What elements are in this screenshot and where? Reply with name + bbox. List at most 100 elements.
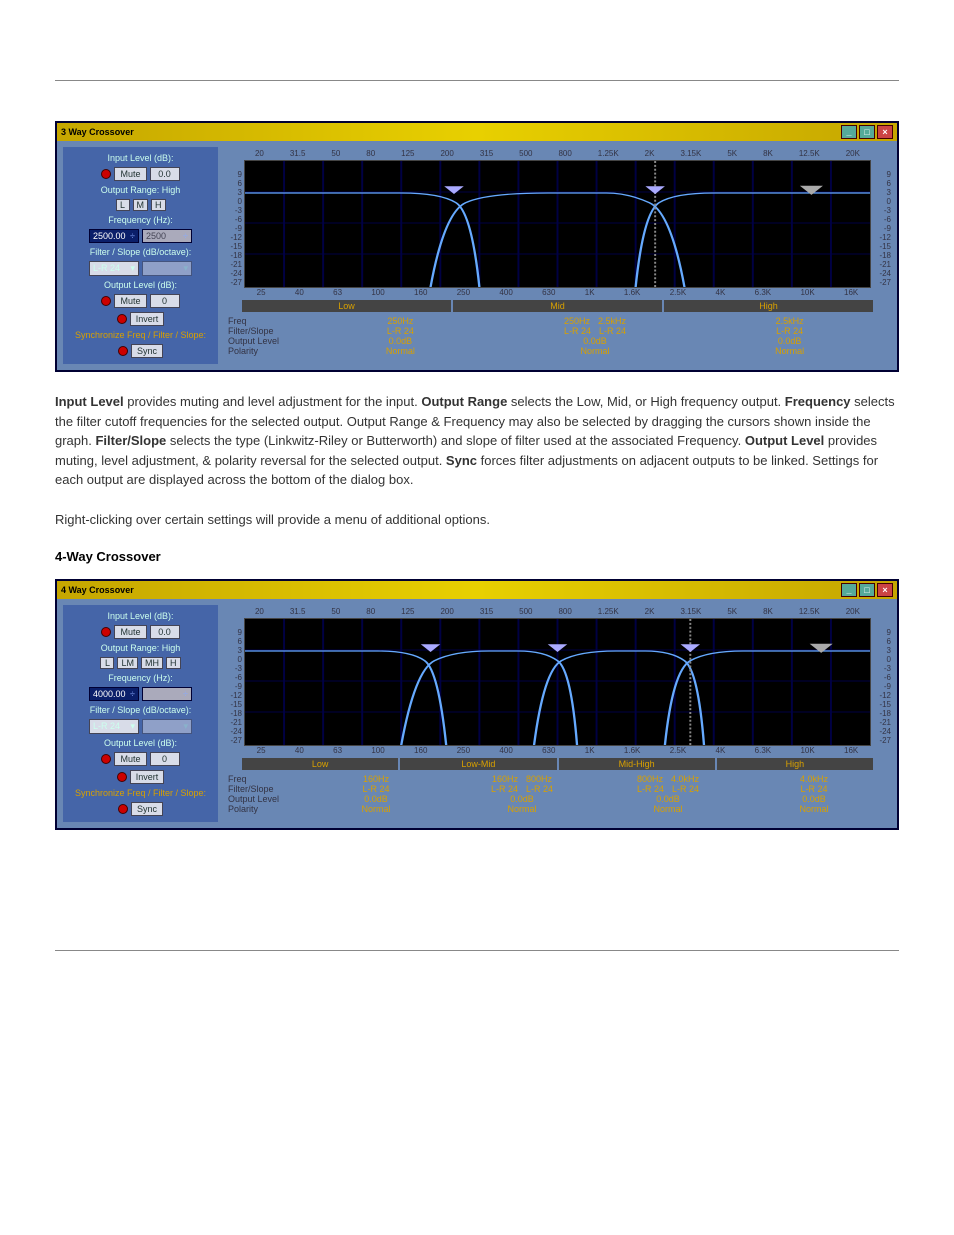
range-button-H[interactable]: H <box>151 199 166 211</box>
input-level-value[interactable]: 0.0 <box>150 167 180 181</box>
invert-button[interactable]: Invert <box>130 770 165 784</box>
band-mid[interactable]: Mid <box>453 300 662 312</box>
summary-filt-label: Filter/Slope <box>228 326 303 336</box>
output-range-label: Output Range: High <box>69 643 212 653</box>
band-lowmid[interactable]: Low-Mid <box>400 758 556 770</box>
xscale-top-4way: 2031.550801252003155008001.25K2K3.15K5K8… <box>224 605 891 618</box>
close-icon[interactable]: × <box>877 583 893 597</box>
yscale-right-3way: 9630-3-6-9-12-15-18-21-24-27 <box>873 160 891 288</box>
range-button-M[interactable]: M <box>133 199 149 211</box>
yscale-left-3way: 9630-3-6-9-12-15-18-21-24-27 <box>224 160 242 288</box>
yscale-right-4way: 9630-3-6-9-12-15-18-21-24-27 <box>873 618 891 746</box>
out-mute-led <box>101 296 111 306</box>
range-button-LM[interactable]: LM <box>117 657 138 669</box>
graph-4way[interactable] <box>244 618 871 746</box>
sync-led <box>118 346 128 356</box>
sync-button[interactable]: Sync <box>131 802 163 816</box>
invert-button[interactable]: Invert <box>130 312 165 326</box>
summary-4way: Freq Filter/Slope Output Level Polarity … <box>228 774 887 814</box>
title-3way: 3 Way Crossover <box>61 127 134 137</box>
minimize-icon[interactable]: _ <box>841 583 857 597</box>
invert-led <box>117 772 127 782</box>
rightclick-para: Right-clicking over certain settings wil… <box>55 510 899 530</box>
output-level-label: Output Level (dB): <box>69 280 212 290</box>
main-4way: 2031.550801252003155008001.25K2K3.15K5K8… <box>224 605 891 822</box>
close-icon[interactable]: × <box>877 125 893 139</box>
sync-led <box>118 804 128 814</box>
sync-button[interactable]: Sync <box>131 344 163 358</box>
sync-label: Synchronize Freq / Filter / Slope: <box>69 330 212 340</box>
xscale-bottom-4way: 2540631001602504006301K1.6K2.5K4K6.3K10K… <box>224 746 891 755</box>
chevron-down-icon: ▾ <box>130 721 135 732</box>
input-level-label: Input Level (dB): <box>69 153 212 163</box>
range-button-L[interactable]: L <box>100 657 114 669</box>
range-button-MH[interactable]: MH <box>141 657 163 669</box>
out-level-value[interactable]: 0 <box>150 752 180 766</box>
band-row-3way: Low Mid High <box>242 300 873 312</box>
maximize-icon[interactable]: □ <box>859 125 875 139</box>
sidebar-3way: Input Level (dB): Mute 0.0 Output Range:… <box>63 147 218 364</box>
titlebar-4way[interactable]: 4 Way Crossover _ □ × <box>57 581 897 599</box>
band-midhigh[interactable]: Mid-High <box>559 758 715 770</box>
summary-col-low: 160HzL-R 240.0dBNormal <box>303 774 449 814</box>
summary-lvl-label: Output Level <box>228 336 303 346</box>
spinner-caret-icon: ÷ <box>130 231 135 241</box>
frequency-label: Frequency (Hz): <box>69 673 212 683</box>
titlebar-3way[interactable]: 3 Way Crossover _ □ × <box>57 123 897 141</box>
heading-4way: 4-Way Crossover <box>55 549 899 564</box>
summary-col-lowmid: 160Hz800Hz L-R 24L-R 24 0.0dBNormal <box>449 774 595 814</box>
spinner-caret-icon: ÷ <box>130 689 135 699</box>
summary-pol-label: Polarity <box>228 346 303 356</box>
yscale-left-4way: 9630-3-6-9-12-15-18-21-24-27 <box>224 618 242 746</box>
explain-para: Input Level provides muting and level ad… <box>55 392 899 490</box>
output-range-label: Output Range: High <box>69 185 212 195</box>
filter-select-inactive: ▾ <box>142 719 192 734</box>
band-high[interactable]: High <box>664 300 873 312</box>
mute-button[interactable]: Mute <box>114 167 146 181</box>
freq-spinner-active[interactable]: 4000.00÷ <box>89 687 139 701</box>
page-bottom-rule <box>55 950 899 951</box>
filter-select-active[interactable]: L-R 24▾ <box>89 261 139 276</box>
chevron-down-icon: ▾ <box>130 263 135 274</box>
maximize-icon[interactable]: □ <box>859 583 875 597</box>
band-high[interactable]: High <box>717 758 873 770</box>
freq-spinner-inactive: 2500÷ <box>142 229 192 243</box>
out-level-value[interactable]: 0 <box>150 294 180 308</box>
sidebar-4way: Input Level (dB): Mute 0.0 Output Range:… <box>63 605 218 822</box>
range-button-L[interactable]: L <box>116 199 130 211</box>
page-top-rule <box>55 80 899 81</box>
xscale-top-3way: 2031.550801252003155008001.25K2K3.15K5K8… <box>224 147 891 160</box>
band-low[interactable]: Low <box>242 758 398 770</box>
summary-col-low: 250HzL-R 240.0dBNormal <box>303 316 498 356</box>
band-row-4way: Low Low-Mid Mid-High High <box>242 758 873 770</box>
out-mute-button[interactable]: Mute <box>114 752 146 766</box>
graph-3way[interactable] <box>244 160 871 288</box>
summary-freq-label: Freq <box>228 316 303 326</box>
xscale-bottom-3way: 2540631001602504006301K1.6K2.5K4K6.3K10K… <box>224 288 891 297</box>
input-level-value[interactable]: 0.0 <box>150 625 180 639</box>
filter-slope-label: Filter / Slope (dB/octave): <box>69 705 212 715</box>
sync-label: Synchronize Freq / Filter / Slope: <box>69 788 212 798</box>
range-button-H[interactable]: H <box>166 657 181 669</box>
summary-filt-label: Filter/Slope <box>228 784 303 794</box>
band-low[interactable]: Low <box>242 300 451 312</box>
filter-slope-label: Filter / Slope (dB/octave): <box>69 247 212 257</box>
summary-col-mid: 250Hz2.5kHz L-R 24L-R 24 0.0dBNormal <box>498 316 693 356</box>
title-4way: 4 Way Crossover <box>61 585 134 595</box>
filter-select-active[interactable]: L-R 24▾ <box>89 719 139 734</box>
mute-led <box>101 169 111 179</box>
summary-3way: Freq Filter/Slope Output Level Polarity … <box>228 316 887 356</box>
mute-button[interactable]: Mute <box>114 625 146 639</box>
out-mute-button[interactable]: Mute <box>114 294 146 308</box>
frequency-label: Frequency (Hz): <box>69 215 212 225</box>
summary-col-high: 4.0kHzL-R 240.0dBNormal <box>741 774 887 814</box>
filter-select-inactive: ▾ <box>142 261 192 276</box>
input-level-label: Input Level (dB): <box>69 611 212 621</box>
minimize-icon[interactable]: _ <box>841 125 857 139</box>
mute-led <box>101 627 111 637</box>
output-level-label: Output Level (dB): <box>69 738 212 748</box>
freq-spinner-active[interactable]: 2500.00÷ <box>89 229 139 243</box>
summary-col-high: 2.5kHzL-R 240.0dBNormal <box>692 316 887 356</box>
summary-lvl-label: Output Level <box>228 794 303 804</box>
freq-spinner-inactive: ÷ <box>142 687 192 701</box>
